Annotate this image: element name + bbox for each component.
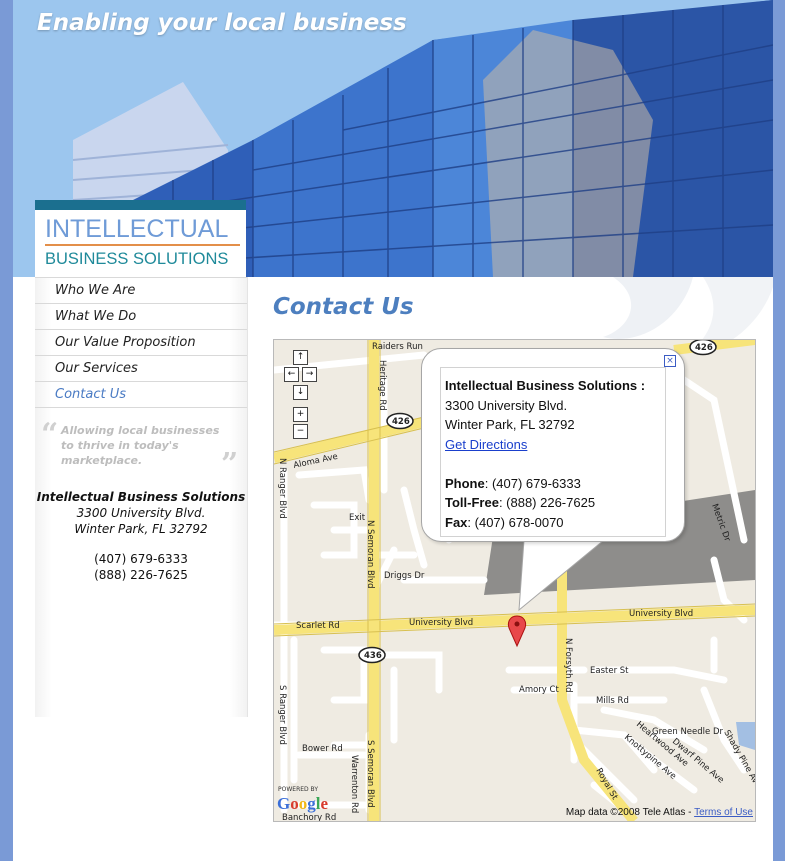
page: Enabling your local business INTELLECTUA… <box>13 0 773 861</box>
label-s-semoran-blvd: S Semoran Blvd <box>365 740 375 808</box>
sidebar-company: Intellectual Business Solutions <box>36 490 246 504</box>
zoom-in-icon[interactable]: + <box>293 407 308 422</box>
popup-city: Winter Park, FL 32792 <box>445 417 575 432</box>
nav-item-value-proposition[interactable]: Our Value Proposition <box>35 330 247 356</box>
pan-right-icon[interactable]: → <box>302 367 317 382</box>
pan-up-icon[interactable]: ↑ <box>293 350 308 365</box>
get-directions-link[interactable]: Get Directions <box>445 435 665 455</box>
popup-fax-value: : (407) 678-0070 <box>467 514 564 530</box>
nav-item-who-we-are[interactable]: Who We Are <box>35 277 247 304</box>
label-scarlet-rd: Scarlet Rd <box>296 621 340 631</box>
tagline: Enabling your local business <box>37 10 407 36</box>
terms-of-use-link[interactable]: Terms of Use <box>694 807 753 818</box>
logo-line2: BUSINESS SOLUTIONS <box>45 250 229 268</box>
sidebar-quote: Allowing local businesses to thrive in t… <box>61 424 220 467</box>
label-warrenton-rd: Warrenton Rd <box>349 755 359 813</box>
google-logo[interactable]: Google <box>277 794 328 814</box>
main-nav: Who We Are What We Do Our Value Proposit… <box>35 277 247 408</box>
label-university-blvd-2: University Blvd <box>629 609 693 619</box>
label-mills-rd: Mills Rd <box>596 696 629 706</box>
logo-line1: INTELLECTUAL <box>45 215 229 243</box>
map-info-popup: Intellectual Business Solutions : 3300 U… <box>421 348 685 542</box>
popup-street: 3300 University Blvd. <box>445 397 568 413</box>
label-bower-rd: Bower Rd <box>302 744 343 754</box>
sidebar-street: 3300 University Blvd. <box>76 506 206 520</box>
label-n-semoran-blvd: N Semoran Blvd <box>365 520 375 589</box>
sidebar-phone1: (407) 679-6333 <box>94 552 188 566</box>
popup-content: Intellectual Business Solutions : 3300 U… <box>440 367 666 537</box>
attribution-text: Map data ©2008 Tele Atlas - <box>565 807 695 818</box>
pan-down-icon[interactable]: ↓ <box>293 385 308 400</box>
page-title: Contact Us <box>273 294 414 320</box>
map-attribution: Map data ©2008 Tele Atlas - Terms of Use <box>566 807 753 818</box>
popup-tollfree-value: : (888) 226-7625 <box>498 495 596 510</box>
company-logo[interactable]: INTELLECTUAL BUSINESS SOLUTIONS <box>35 200 246 277</box>
label-university-blvd-1: University Blvd <box>409 618 473 628</box>
label-green-needle-dr: Green Needle Dr <box>652 727 723 737</box>
label-banchory-rd: Banchory Rd <box>282 813 336 821</box>
sidebar-city: Winter Park, FL 32792 <box>74 522 208 536</box>
popup-close-icon[interactable]: × <box>664 355 676 367</box>
popup-tollfree: Toll-Free: (888) 226-7625 <box>445 493 665 513</box>
nav-item-contact-us[interactable]: Contact Us <box>35 382 247 408</box>
zoom-out-icon[interactable]: − <box>293 424 308 439</box>
popup-phone: Phone: (407) 679-6333 <box>445 474 665 494</box>
location-map[interactable]: 426 426 436 Raiders Run Heritage Rd Alom… <box>273 339 756 822</box>
shield-426a: 426 <box>392 417 410 427</box>
open-quote-icon: “ <box>41 417 59 452</box>
label-driggs-dr: Driggs Dr <box>384 571 425 581</box>
label-heritage-rd: Heritage Rd <box>377 360 387 411</box>
popup-tollfree-label: Toll-Free <box>445 495 499 510</box>
label-n-ranger-blvd: N Ranger Blvd <box>277 458 287 519</box>
popup-text: Intellectual Business Solutions : 3300 U… <box>445 376 665 532</box>
popup-fax: Fax: (407) 678-0070 <box>445 513 665 533</box>
nav-item-what-we-do[interactable]: What We Do <box>35 304 247 330</box>
logo-topbar <box>35 200 246 210</box>
label-easter-st: Easter St <box>590 666 629 676</box>
popup-fax-label: Fax <box>445 514 468 530</box>
pan-left-icon[interactable]: ← <box>284 367 299 382</box>
label-n-forsyth-rd: N Forsyth Rd <box>563 638 573 693</box>
sidebar: Who We Are What We Do Our Value Proposit… <box>35 277 248 717</box>
label-amory-ct: Amory Ct <box>519 685 559 695</box>
sidebar-phone2: (888) 226-7625 <box>94 568 188 582</box>
sidebar-address: Intellectual Business Solutions 3300 Uni… <box>35 489 247 583</box>
shield-426b: 426 <box>695 343 713 353</box>
popup-company: Intellectual Business Solutions : <box>445 378 646 393</box>
popup-phone-label: Phone <box>445 475 485 491</box>
label-s-ranger-blvd: S Ranger Blvd <box>277 685 287 745</box>
powered-by-label: POWERED BY <box>278 786 319 793</box>
close-quote-icon: ” <box>221 447 239 482</box>
logo-rule <box>45 244 240 246</box>
shield-436: 436 <box>364 651 382 661</box>
label-exit: Exit <box>349 513 366 523</box>
popup-phone-value: : (407) 679-6333 <box>484 475 581 491</box>
nav-item-our-services[interactable]: Our Services <box>35 356 247 382</box>
label-raiders-run: Raiders Run <box>372 342 423 352</box>
